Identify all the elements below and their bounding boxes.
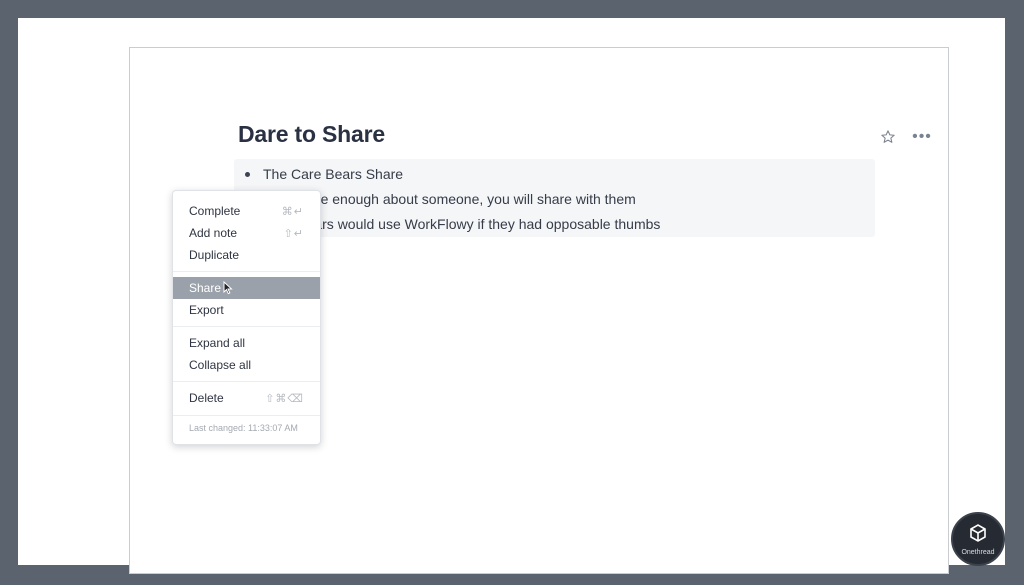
menu-item-expand-all[interactable]: Expand all	[173, 332, 320, 354]
menu-item-delete[interactable]: Delete ⇧⌘⌫	[173, 387, 320, 409]
shortcut-hint: ⇧↵	[283, 227, 304, 240]
menu-item-export[interactable]: Export	[173, 299, 320, 321]
bullet-list: The Care Bears Share If you care enough …	[234, 159, 875, 237]
menu-divider	[173, 415, 320, 416]
menu-divider	[173, 381, 320, 382]
slide-canvas: Dare to Share ••• The Care Bears Share I…	[18, 18, 1005, 574]
shortcut-hint: ⌘↵	[281, 205, 304, 218]
list-item[interactable]: The Care Bears Share	[234, 162, 403, 186]
star-button[interactable]	[878, 127, 898, 147]
menu-item-label: Add note	[189, 226, 238, 240]
menu-item-label: Expand all	[189, 336, 246, 350]
menu-item-label: Collapse all	[189, 358, 252, 372]
menu-item-complete[interactable]: Complete ⌘↵	[173, 200, 320, 222]
last-changed-text: Last changed: 11:33:07 AM	[189, 423, 298, 433]
menu-item-add-note[interactable]: Add note ⇧↵	[173, 222, 320, 244]
more-dots-icon: •••	[912, 128, 932, 145]
menu-item-label: Complete	[189, 204, 241, 218]
list-item-text: Care Bears would use WorkFlowy if they h…	[263, 216, 661, 232]
menu-divider	[173, 271, 320, 272]
menu-divider	[173, 326, 320, 327]
menu-item-collapse-all[interactable]: Collapse all	[173, 354, 320, 376]
onethread-logo: Onethread	[951, 512, 1005, 566]
menu-item-label: Duplicate	[189, 248, 240, 262]
brand-wordmark: Onethread	[961, 549, 995, 556]
shortcut-hint: ⇧⌘⌫	[265, 392, 304, 405]
more-options-button[interactable]: •••	[910, 127, 934, 147]
onethread-mark-icon	[970, 524, 986, 542]
list-item-text: The Care Bears Share	[263, 166, 404, 182]
star-icon	[881, 130, 895, 143]
mouse-cursor-icon	[223, 281, 233, 295]
menu-item-label: Delete	[189, 391, 224, 405]
menu-item-share[interactable]: Share	[173, 277, 320, 299]
menu-item-duplicate[interactable]: Duplicate	[173, 244, 320, 266]
page-title: Dare to Share	[238, 121, 385, 147]
menu-item-label: Export	[189, 303, 224, 317]
bullet-icon[interactable]	[245, 171, 250, 177]
menu-item-label: Share	[189, 281, 222, 295]
context-menu: Complete ⌘↵ Add note ⇧↵ Duplicate Share …	[172, 190, 321, 445]
